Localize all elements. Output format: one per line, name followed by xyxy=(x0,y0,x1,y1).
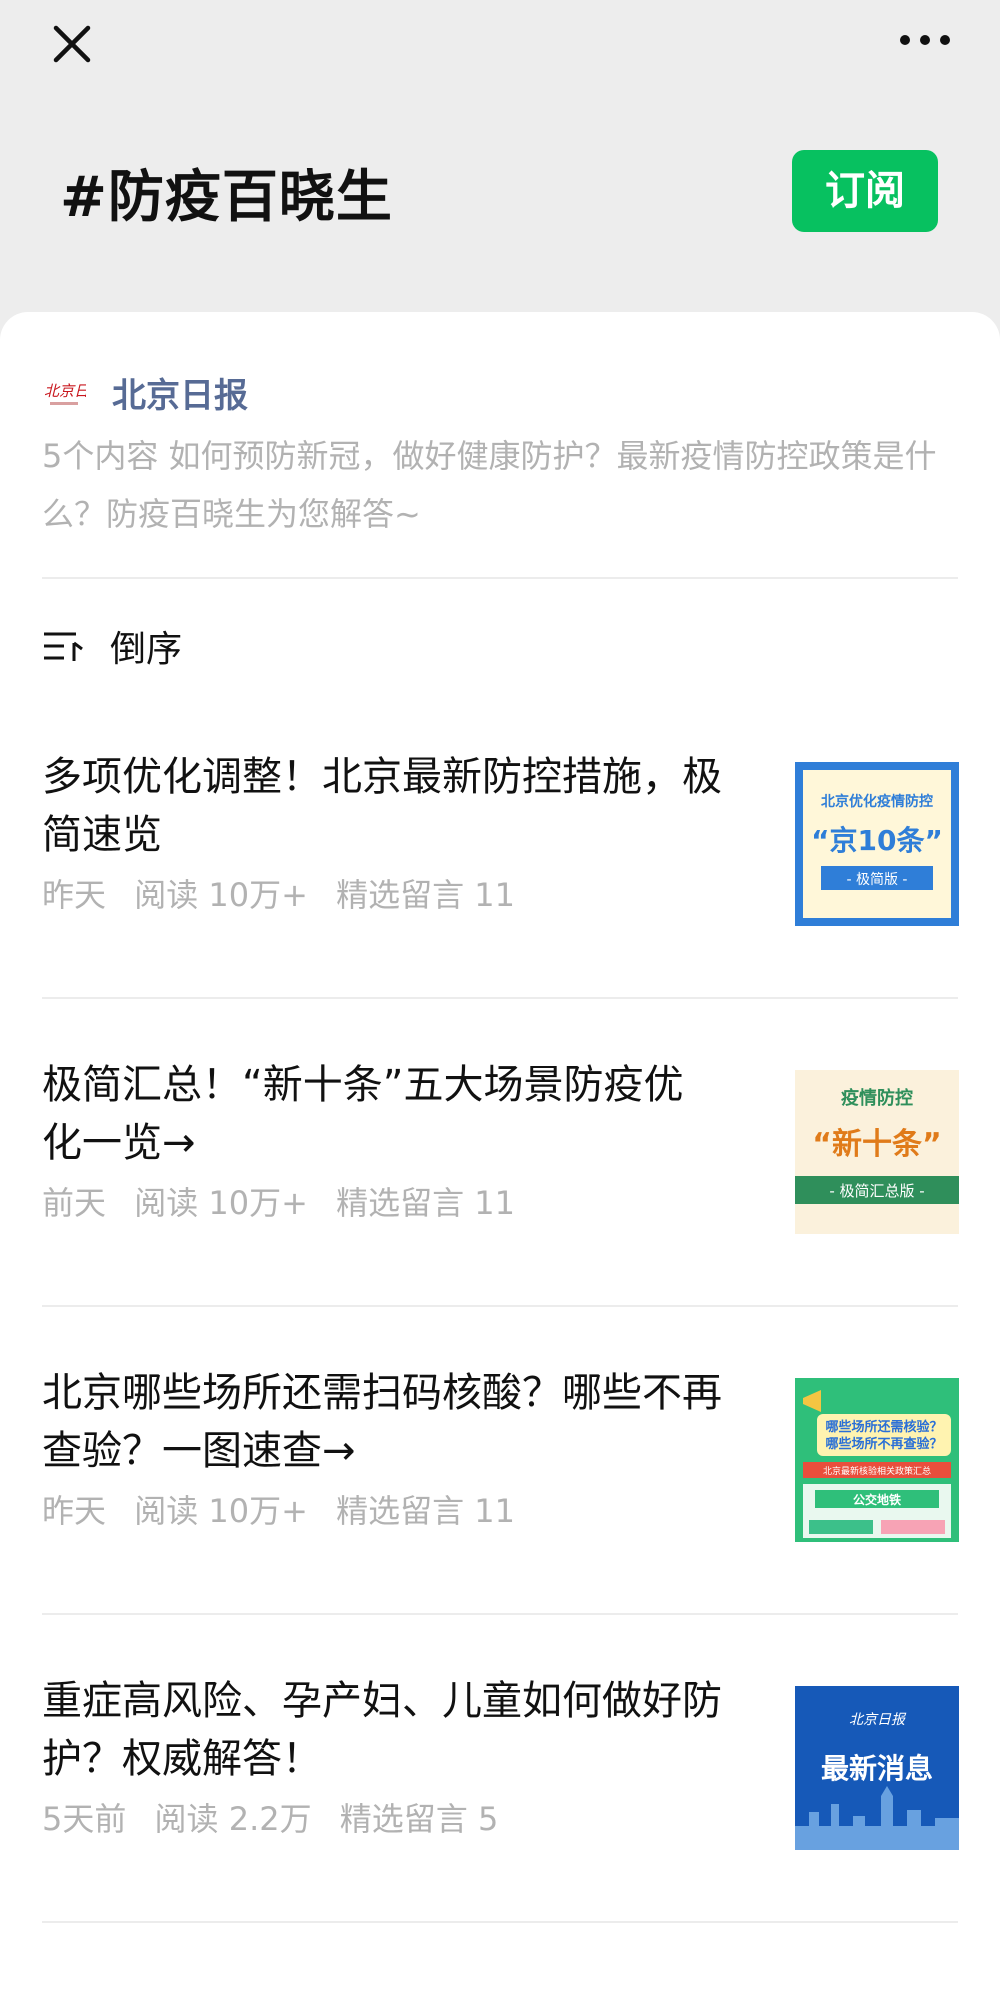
article-thumbnail: 北京日报 最新消息 xyxy=(795,1686,959,1850)
article-thumbnail: 北京优化疫情防控 “京10条” - 极简版 - xyxy=(795,762,959,926)
article-time: 昨天 xyxy=(42,1492,107,1530)
beijing-daily-logo: 北京日报 xyxy=(44,382,86,405)
thumb-line1: 北京优化疫情防控 xyxy=(821,793,933,810)
article-reads: 阅读 2.2万 xyxy=(154,1800,312,1838)
article-item[interactable]: 极简汇总！“新十条”五大场景防疫优化一览→ 前天 阅读 10万+ 精选留言 11… xyxy=(0,1020,1000,1325)
top-bar xyxy=(0,0,1000,90)
article-item[interactable]: 多项优化调整！北京最新防控措施，极简速览 昨天 阅读 10万+ 精选留言 11 … xyxy=(0,712,1000,1017)
divider xyxy=(42,997,958,999)
article-meta: 昨天 阅读 10万+ 精选留言 11 xyxy=(42,1486,533,1532)
article-item[interactable]: 北京哪些场所还需扫码核酸？哪些不再查验？一图速查→ 昨天 阅读 10万+ 精选留… xyxy=(0,1328,1000,1633)
page-title: #防疫百晓生 xyxy=(60,165,393,230)
thumb-line1: 哪些场所还需核验？ xyxy=(825,1419,942,1435)
thumb-big: “京10条” xyxy=(811,824,943,857)
subscribe-button[interactable]: 订阅 xyxy=(792,150,938,232)
divider xyxy=(42,1921,958,1923)
sort-toggle[interactable]: 倒序 xyxy=(42,616,182,676)
thumb-big: 最新消息 xyxy=(821,1752,933,1785)
svg-text:北京日报: 北京日报 xyxy=(44,382,86,400)
source-name: 北京日报 xyxy=(112,375,248,416)
article-comments: 精选留言 11 xyxy=(336,1492,515,1530)
article-thumbnail: 疫情防控 “新十条” - 极简汇总版 - xyxy=(795,1070,959,1234)
more-icon xyxy=(900,35,950,45)
divider xyxy=(42,1305,958,1307)
article-title: 多项优化调整！北京最新防控措施，极简速览 xyxy=(42,754,722,858)
article-title: 北京哪些场所还需扫码核酸？哪些不再查验？一图速查→ xyxy=(42,1370,722,1474)
article-thumbnail: 哪些场所还需核验？ 哪些场所不再查验？ 北京最新核验相关政策汇总 公交地铁 xyxy=(795,1378,959,1542)
article-title: 极简汇总！“新十条”五大场景防疫优化一览→ xyxy=(42,1062,684,1166)
article-reads: 阅读 10万+ xyxy=(134,1184,308,1222)
close-button[interactable] xyxy=(42,14,102,74)
thumb-tag: - 极简汇总版 - xyxy=(829,1182,924,1200)
more-button[interactable] xyxy=(890,22,960,58)
thumb-logo: 北京日报 xyxy=(849,1712,907,1728)
article-reads: 阅读 10万+ xyxy=(134,876,308,914)
article-time: 5天前 xyxy=(42,1800,127,1838)
content-card: 北京日报 北京日报 5个内容 如何预防新冠，做好健康防护？最新疫情防控政策是什么… xyxy=(0,312,1000,2012)
topic-intro: 5个内容 如何预防新冠，做好健康防护？最新疫情防控政策是什么？防疫百晓生为您解答… xyxy=(42,437,937,533)
sort-label: 倒序 xyxy=(110,629,183,670)
thumb-line2: 哪些场所不再查验？ xyxy=(825,1436,942,1452)
thumb-tag: - 极简版 - xyxy=(846,871,907,888)
article-comments: 精选留言 11 xyxy=(336,1184,515,1222)
article-meta: 5天前 阅读 2.2万 精选留言 5 xyxy=(42,1794,516,1840)
topic-header: #防疫百晓生 订阅 xyxy=(0,130,1000,250)
article-item[interactable]: 重症高风险、孕产妇、儿童如何做好防护？权威解答！ 5天前 阅读 2.2万 精选留… xyxy=(0,1636,1000,1941)
divider xyxy=(42,577,958,579)
close-icon xyxy=(53,25,91,63)
sort-icon xyxy=(44,632,83,661)
source-account[interactable]: 北京日报 北京日报 xyxy=(42,362,248,422)
thumb-line1: 疫情防控 xyxy=(841,1087,913,1109)
thumb-sub: 北京最新核验相关政策汇总 xyxy=(823,1465,931,1477)
article-title: 重症高风险、孕产妇、儿童如何做好防护？权威解答！ xyxy=(42,1678,722,1782)
thumb-tag: 公交地铁 xyxy=(853,1492,901,1507)
article-meta: 前天 阅读 10万+ 精选留言 11 xyxy=(42,1178,533,1224)
article-comments: 精选留言 11 xyxy=(336,876,515,914)
article-time: 前天 xyxy=(42,1184,107,1222)
divider xyxy=(42,1613,958,1615)
thumb-big: “新十条” xyxy=(812,1127,941,1162)
article-reads: 阅读 10万+ xyxy=(134,1492,308,1530)
article-meta: 昨天 阅读 10万+ 精选留言 11 xyxy=(42,870,533,916)
article-time: 昨天 xyxy=(42,876,107,914)
article-comments: 精选留言 5 xyxy=(339,1800,499,1838)
